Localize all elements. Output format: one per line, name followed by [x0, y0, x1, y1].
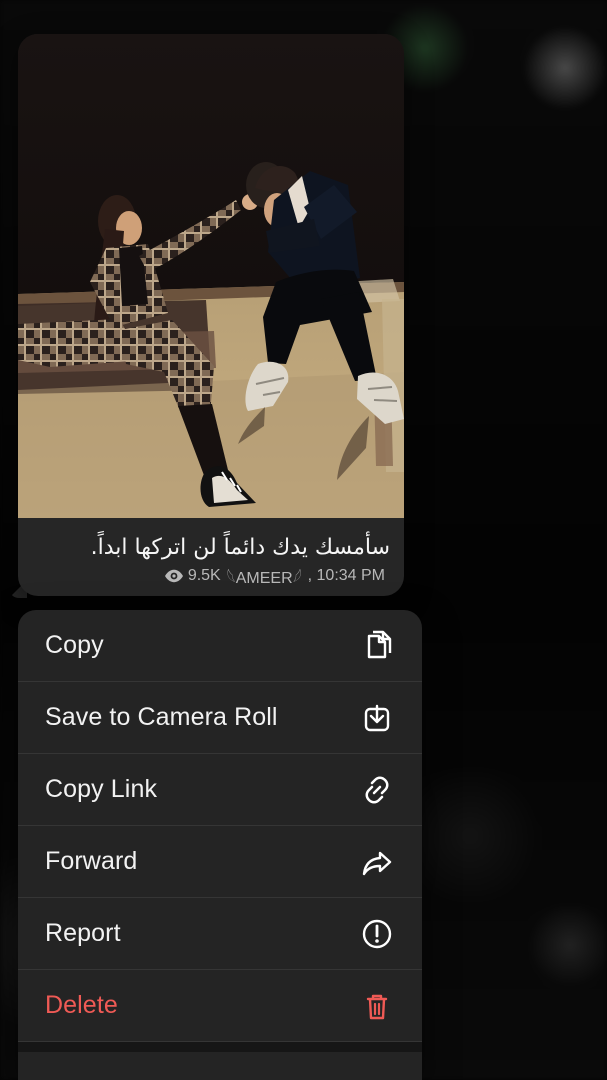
- menu-forward-label: Forward: [45, 847, 138, 875]
- menu-report[interactable]: Report: [18, 898, 422, 970]
- menu-copy-link[interactable]: Copy Link: [18, 754, 422, 826]
- forward-icon: [360, 845, 394, 879]
- menu-copy-link-label: Copy Link: [45, 775, 158, 803]
- report-icon: [360, 917, 394, 951]
- message-caption: سأمسك يدك دائماً لن اتركها ابداً.: [90, 535, 390, 560]
- menu-report-label: Report: [45, 919, 121, 947]
- copy-icon: [360, 629, 394, 663]
- menu-delete[interactable]: Delete: [18, 970, 422, 1042]
- eye-icon: [164, 569, 183, 583]
- menu-delete-label: Delete: [45, 991, 118, 1019]
- message-author: 𓆩AMEER𓆪: [226, 570, 302, 587]
- trash-icon: [360, 989, 394, 1023]
- save-icon: [360, 701, 394, 735]
- message-photo[interactable]: [18, 34, 404, 518]
- partially-visible-menu-item[interactable]: [18, 1052, 422, 1080]
- menu-save-label: Save to Camera Roll: [45, 703, 278, 731]
- menu-copy[interactable]: Copy: [18, 610, 422, 682]
- view-count: 9.5K: [164, 567, 221, 585]
- view-count-text: 9.5K: [187, 567, 221, 584]
- message-time: , 10:34 PM: [307, 567, 385, 584]
- menu-separator: [18, 1042, 422, 1052]
- message-meta: 9.5K 𓆩AMEER𓆪 , 10:34 PM: [164, 566, 385, 587]
- link-icon: [360, 773, 394, 807]
- menu-save-to-camera-roll[interactable]: Save to Camera Roll: [18, 682, 422, 754]
- menu-copy-label: Copy: [45, 631, 104, 659]
- message-context-menu: Copy Save to Camera Roll Copy Link Forwa…: [18, 610, 422, 1080]
- menu-forward[interactable]: Forward: [18, 826, 422, 898]
- message-bubble[interactable]: سأمسك يدك دائماً لن اتركها ابداً. 9.5K 𓆩…: [18, 34, 404, 596]
